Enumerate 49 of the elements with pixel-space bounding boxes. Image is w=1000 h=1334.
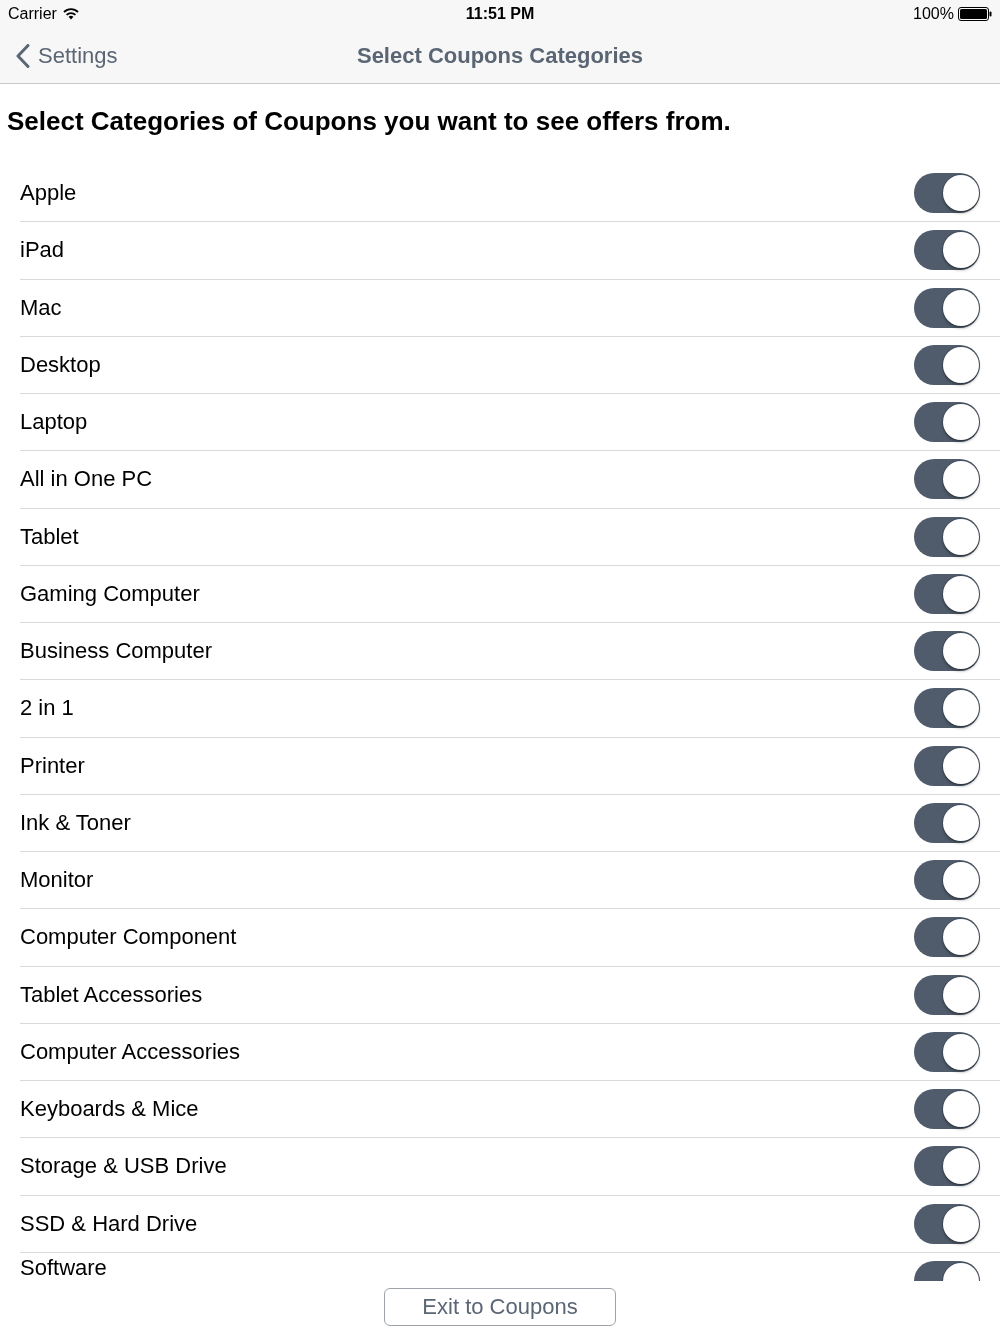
toggle-switch[interactable]: [914, 745, 980, 786]
category-label: Ink & Toner: [20, 809, 131, 836]
category-label: Tablet Accessories: [20, 981, 203, 1008]
chevron-left-icon: [16, 43, 30, 68]
category-label: Business Computer: [20, 638, 212, 665]
battery-icon: [958, 7, 992, 21]
page-heading: Select Categories of Coupons you want to see offers from.: [7, 106, 731, 136]
wifi-icon: [62, 8, 79, 20]
category-label: Storage & USB Drive: [20, 1153, 227, 1180]
toggle-switch[interactable]: [914, 1089, 980, 1130]
nav-title: Select Coupons Categories: [356, 42, 644, 68]
toggle-switch[interactable]: [914, 974, 980, 1015]
category-label: All in One PC: [20, 466, 153, 493]
category-label: Printer: [20, 752, 85, 779]
toggle-switch[interactable]: [914, 573, 980, 614]
category-label: 2 in 1: [20, 695, 74, 722]
toggle-switch[interactable]: [914, 230, 980, 271]
back-button[interactable]: Settings: [0, 42, 118, 69]
category-label: Tablet: [20, 523, 79, 550]
toggle-switch[interactable]: [914, 344, 980, 385]
category-label: iPad: [20, 237, 65, 264]
category-label: Monitor: [20, 867, 94, 894]
category-label: Software: [20, 1254, 107, 1280]
category-label: Laptop: [20, 409, 88, 436]
toggle-switch[interactable]: [914, 631, 980, 672]
category-label: Apple: [20, 180, 77, 207]
toggle-switch[interactable]: [914, 459, 980, 500]
toggle-switch[interactable]: [914, 1203, 980, 1244]
toggle-switch[interactable]: [914, 917, 980, 958]
exit-button[interactable]: Exit to Coupons: [384, 1288, 616, 1326]
status-time: 11:51 PM: [465, 5, 535, 23]
toggle-switch[interactable]: [914, 516, 980, 557]
carrier-label: Carrier: [8, 5, 57, 23]
toggle-switch[interactable]: [914, 1146, 980, 1187]
battery-percent: 100%: [913, 5, 954, 23]
category-label: Computer Accessories: [20, 1038, 241, 1065]
toggle-switch[interactable]: [914, 1031, 980, 1072]
toggle-switch[interactable]: [914, 860, 980, 901]
category-label: Keyboards & Mice: [20, 1096, 199, 1123]
category-label: Desktop: [20, 351, 101, 378]
toggle-switch[interactable]: [914, 173, 980, 214]
category-label: SSD & Hard Drive: [20, 1210, 198, 1237]
category-label: Mac: [20, 294, 62, 321]
toggle-switch[interactable]: [914, 402, 980, 443]
category-label: Gaming Computer: [20, 580, 200, 607]
toggle-switch[interactable]: [914, 802, 980, 843]
category-label: Computer Component: [20, 924, 237, 951]
toggle-switch[interactable]: [914, 287, 980, 328]
toggle-switch[interactable]: [914, 688, 980, 729]
